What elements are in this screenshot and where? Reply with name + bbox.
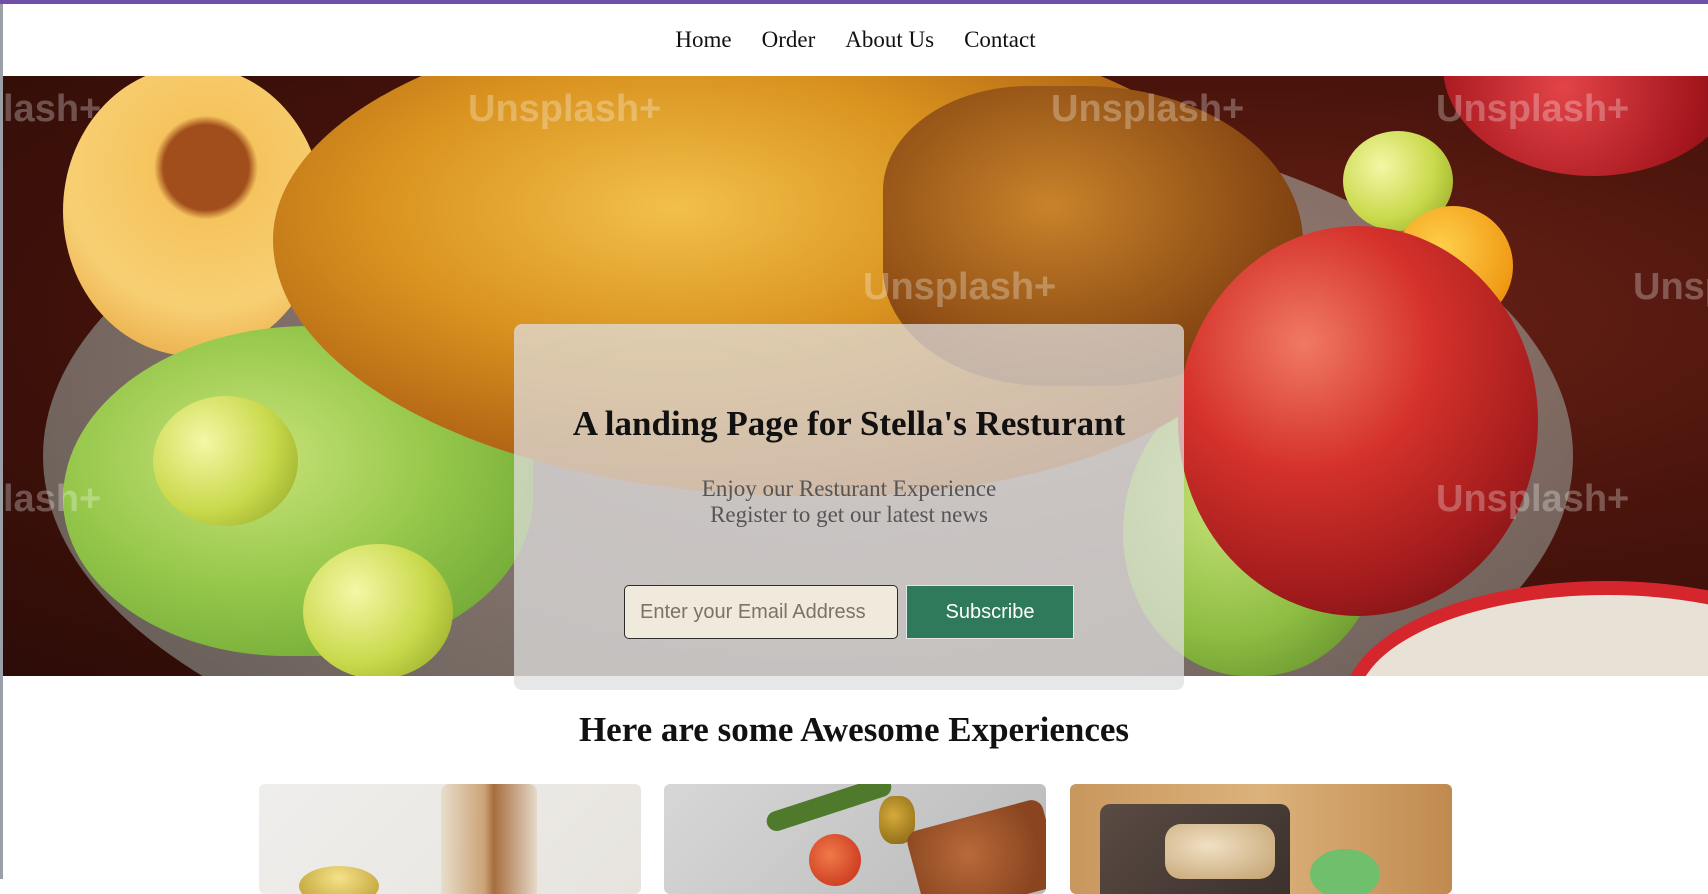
asparagus-image xyxy=(764,784,894,834)
experience-card-takeaway[interactable] xyxy=(1070,784,1452,894)
nav-link-contact[interactable]: Contact xyxy=(964,27,1036,53)
greens-image xyxy=(1310,849,1380,894)
watermark: lash+ xyxy=(3,478,102,520)
watermark: Unsplash+ xyxy=(468,88,662,130)
hero-subtitle-line-2: Register to get our latest news xyxy=(710,502,988,527)
nav-link-home[interactable]: Home xyxy=(675,27,731,53)
nav-link-order[interactable]: Order xyxy=(762,27,816,53)
watermark: lash+ xyxy=(3,88,102,130)
watermark: Unsplash+ xyxy=(1436,88,1630,130)
hero-subtitle-line-1: Enjoy our Resturant Experience xyxy=(701,476,997,501)
email-input[interactable] xyxy=(624,585,898,639)
hero-pomegranate xyxy=(1178,226,1538,616)
experience-card-dining[interactable] xyxy=(664,784,1046,894)
watermark: Unsplash+ xyxy=(1633,266,1708,308)
hero-title: A landing Page for Stella's Resturant xyxy=(572,404,1126,443)
bread-image xyxy=(1165,824,1275,879)
experience-card-drinks[interactable] xyxy=(259,784,641,894)
subscribe-card: A landing Page for Stella's Resturant En… xyxy=(514,324,1184,690)
experiences-title: Here are some Awesome Experiences xyxy=(578,710,1130,749)
subscribe-button[interactable]: Subscribe xyxy=(906,585,1074,639)
lemon-image xyxy=(299,866,379,894)
watermark: Unsplash+ xyxy=(1051,88,1245,130)
flatbread-image xyxy=(904,797,1046,894)
top-nav: Home Order About Us Contact xyxy=(3,4,1708,76)
hero-subtitle: Enjoy our Resturant Experience Register … xyxy=(514,476,1184,528)
watermark: Unsplash+ xyxy=(1436,478,1630,520)
nav-link-about-us[interactable]: About Us xyxy=(845,27,934,53)
watermark: Unsplash+ xyxy=(863,266,1057,308)
hero-grape xyxy=(153,396,298,526)
sauce-bowl-image xyxy=(809,834,861,886)
hero-grape xyxy=(303,544,453,676)
drink-glass-image xyxy=(441,784,537,894)
